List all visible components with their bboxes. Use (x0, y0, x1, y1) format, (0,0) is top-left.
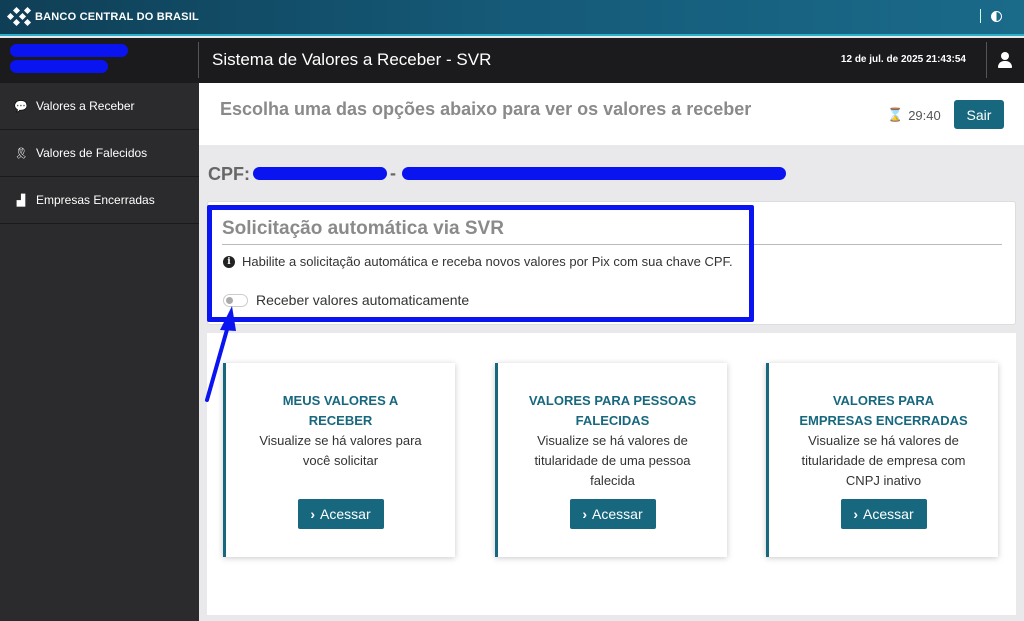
annotation-arrow (205, 306, 236, 402)
